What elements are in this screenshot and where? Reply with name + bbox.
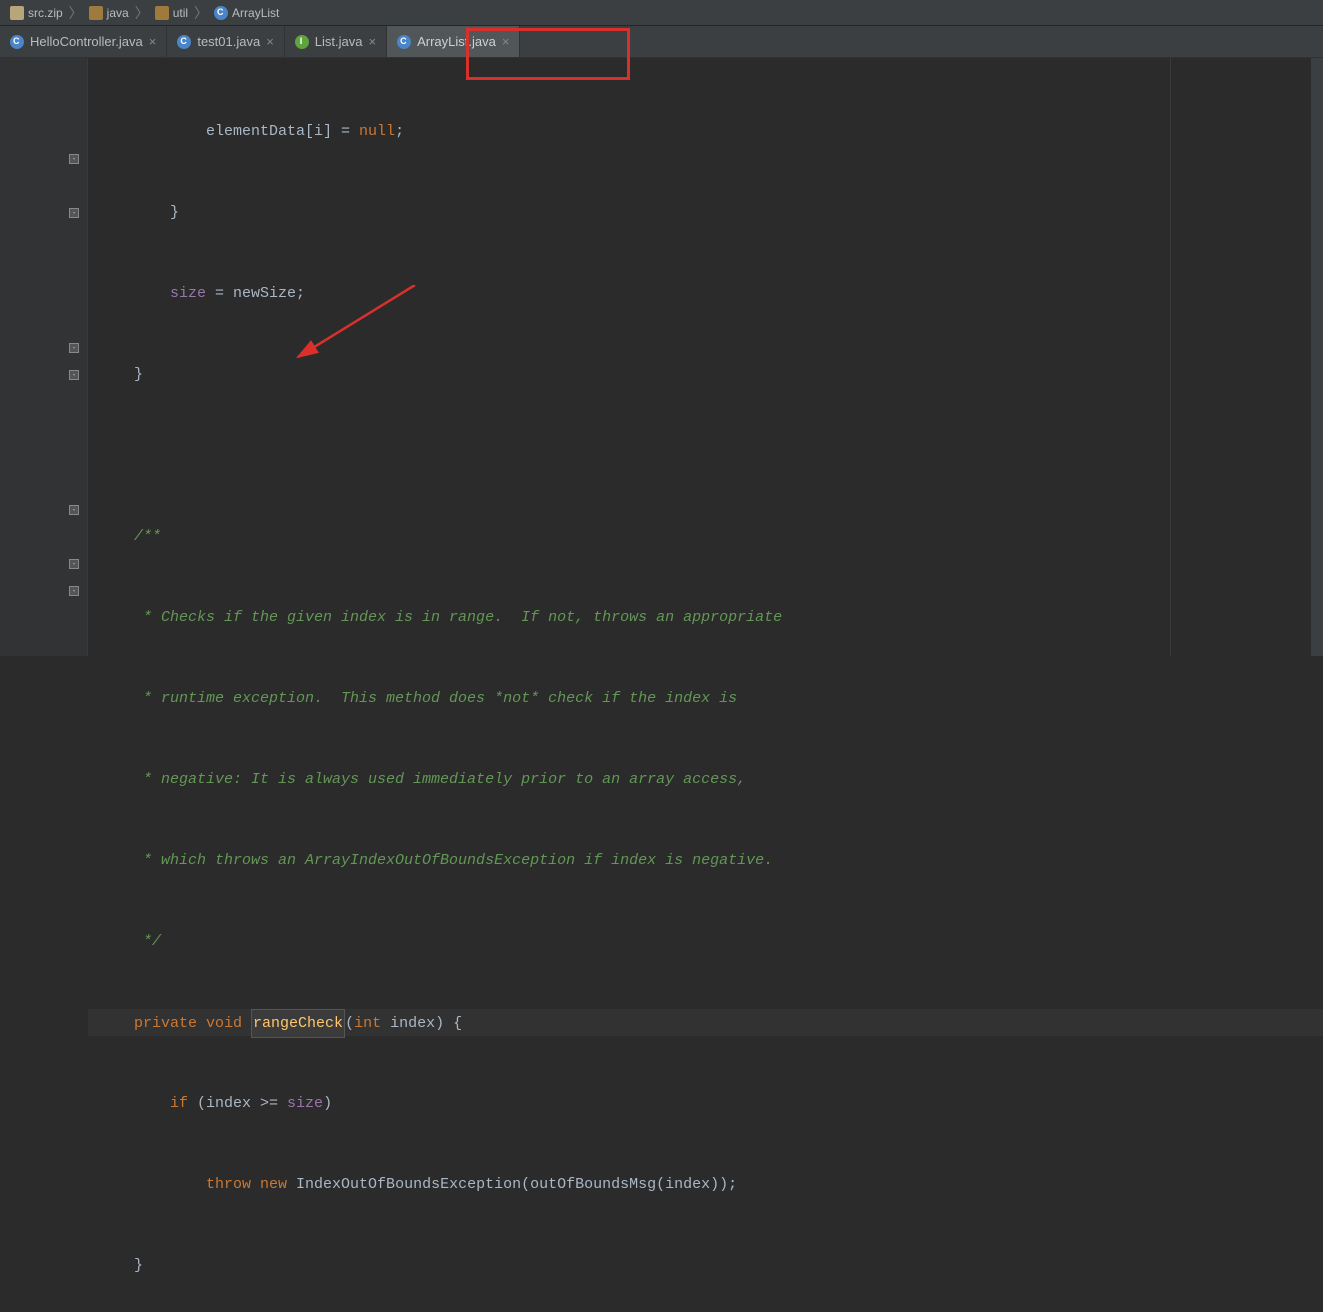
fold-icon[interactable]: - [69, 586, 79, 596]
fold-icon[interactable]: - [69, 370, 79, 380]
fold-icon[interactable]: - [69, 208, 79, 218]
breadcrumb-item-java[interactable]: java [85, 6, 133, 20]
breadcrumb-label: ArrayList [232, 6, 279, 20]
close-icon[interactable]: × [502, 34, 510, 49]
chevron-right-icon: 〉 [194, 3, 208, 23]
fold-icon[interactable]: - [69, 559, 79, 569]
breadcrumb-item-arraylist[interactable]: ArrayList [210, 6, 283, 20]
interface-icon [295, 35, 309, 49]
close-icon[interactable]: × [369, 34, 377, 49]
current-line: private void rangeCheck(int index) { [88, 1009, 1323, 1036]
tab-arraylist[interactable]: ArrayList.java × [387, 26, 520, 57]
class-icon [177, 35, 191, 49]
tab-label: List.java [315, 34, 363, 49]
tab-list[interactable]: List.java × [285, 26, 387, 57]
editor-tabbar: HelloController.java × test01.java × Lis… [0, 26, 1323, 58]
tab-label: ArrayList.java [417, 34, 496, 49]
breadcrumb-item-util[interactable]: util [151, 6, 192, 20]
right-margin-guide [1170, 58, 1171, 656]
folder-icon [155, 6, 169, 20]
class-icon [10, 35, 24, 49]
breadcrumb-label: src.zip [28, 6, 63, 20]
code-area[interactable]: elementData[i] = null; } size = newSize;… [88, 58, 1323, 656]
close-icon[interactable]: × [149, 34, 157, 49]
tab-label: test01.java [197, 34, 260, 49]
fold-icon[interactable]: - [69, 343, 79, 353]
code-editor[interactable]: - - - - - - - elementData[i] = null; } s… [0, 58, 1323, 656]
breadcrumb-bar: src.zip 〉 java 〉 util 〉 ArrayList [0, 0, 1323, 26]
editor-error-stripe[interactable] [1311, 58, 1323, 656]
chevron-right-icon: 〉 [135, 3, 149, 23]
breadcrumb-label: util [173, 6, 188, 20]
fold-icon[interactable]: - [69, 154, 79, 164]
zip-icon [10, 6, 24, 20]
chevron-right-icon: 〉 [69, 3, 83, 23]
class-icon [397, 35, 411, 49]
tab-test01[interactable]: test01.java × [167, 26, 284, 57]
folder-icon [89, 6, 103, 20]
fold-icon[interactable]: - [69, 505, 79, 515]
tab-label: HelloController.java [30, 34, 143, 49]
breadcrumb-item-src[interactable]: src.zip [6, 6, 67, 20]
gutter[interactable]: - - - - - - - [0, 58, 88, 656]
tab-hellocontroller[interactable]: HelloController.java × [0, 26, 167, 57]
breadcrumb-label: java [107, 6, 129, 20]
class-icon [214, 6, 228, 20]
close-icon[interactable]: × [266, 34, 274, 49]
